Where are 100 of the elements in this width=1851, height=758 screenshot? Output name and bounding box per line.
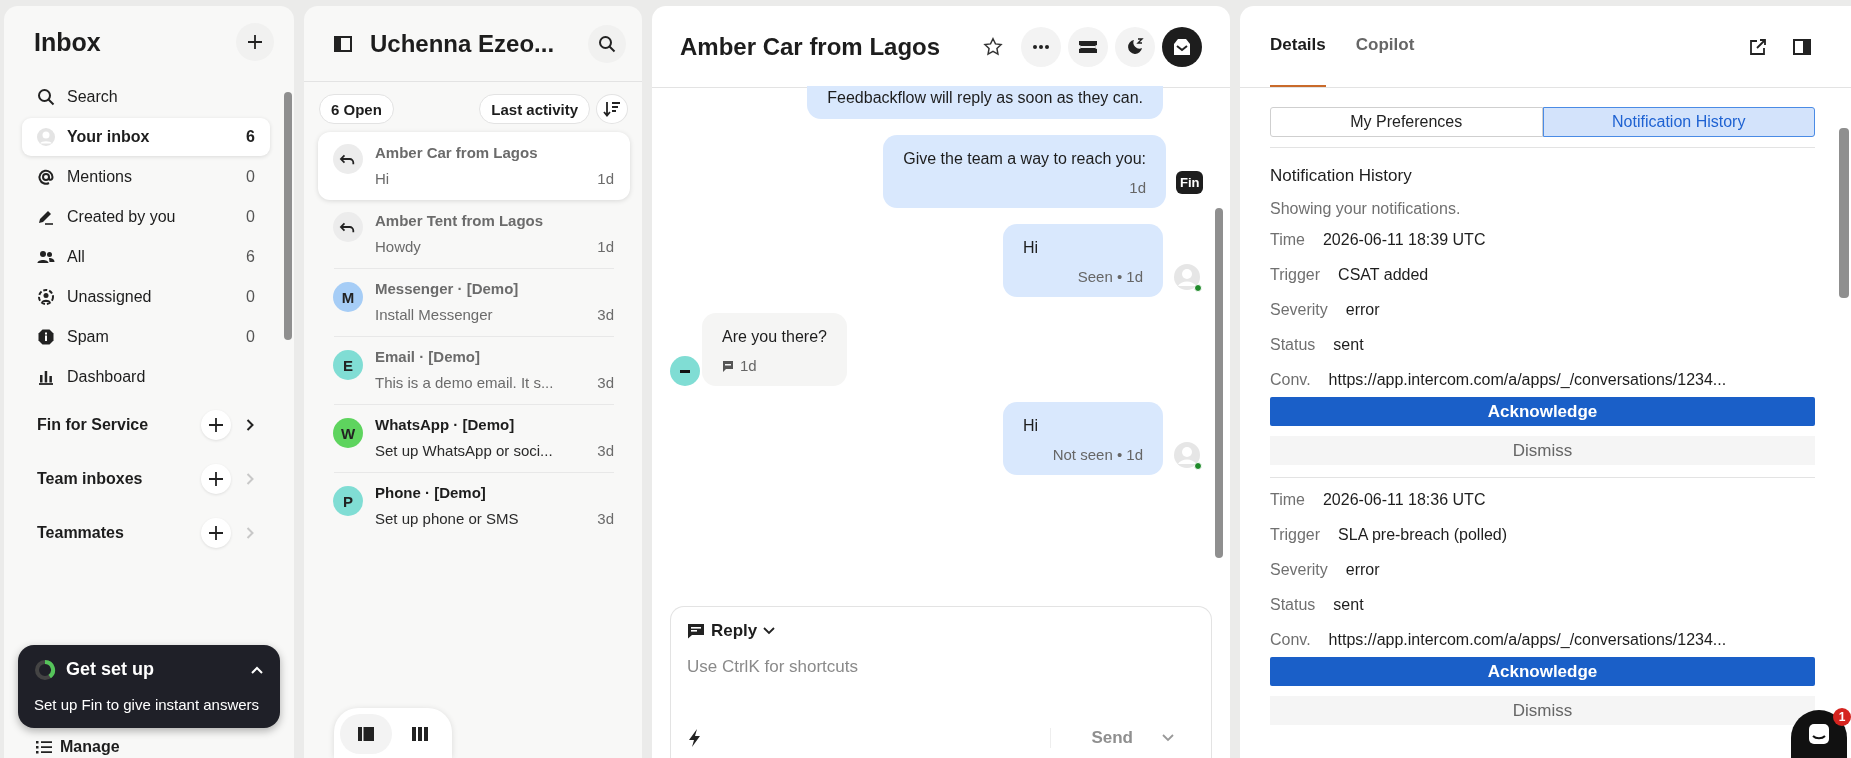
add-button[interactable] [201, 464, 231, 494]
conversation-item[interactable]: Amber Car from Lagos Hi 1d [318, 132, 630, 200]
conversation-time: 3d [597, 510, 614, 527]
add-button[interactable] [201, 518, 231, 548]
section-heading: Notification History [1270, 166, 1413, 186]
ticket-button[interactable] [1068, 26, 1108, 67]
sidebar-item[interactable]: Mentions 0 [22, 158, 270, 196]
more-button[interactable] [1021, 26, 1061, 67]
setup-card[interactable]: Get set up Set up Fin to give instant answers [18, 644, 280, 728]
manage-link[interactable]: Manage [36, 738, 120, 756]
conversation-preview: Set up WhatsApp or soci... [375, 442, 554, 459]
conversation-heading: Amber Car from Lagos [680, 32, 941, 61]
status-filter[interactable]: 6 Open [319, 94, 394, 124]
star-icon[interactable] [982, 35, 1004, 58]
ellipsis-icon [1032, 43, 1050, 50]
sort-dropdown[interactable]: Last activity [479, 94, 590, 124]
segment-tab[interactable]: Notification History [1542, 107, 1815, 137]
warning-icon [37, 328, 55, 346]
dismiss-button[interactable]: Dismiss [1270, 696, 1815, 725]
sort-icon [603, 100, 621, 118]
conversation-item[interactable]: M Messenger · [Demo] Install Messenger 3d [318, 268, 630, 336]
conversation-time: 3d [597, 306, 614, 323]
conversation-item[interactable]: Amber Tent from Lagos Howdy 1d [318, 200, 630, 268]
sidebar-item[interactable]: Dashboard [22, 358, 270, 396]
dismiss-button[interactable]: Dismiss [1270, 436, 1815, 465]
panel-toggle-icon[interactable] [1793, 38, 1811, 55]
conversation-time: 1d [597, 238, 614, 255]
search-button[interactable] [588, 24, 626, 63]
progress-ring-icon [34, 658, 56, 681]
avatar-icon [37, 128, 55, 146]
sidebar-item[interactable]: All 6 [22, 238, 270, 276]
panel-tab[interactable]: Copilot [1355, 6, 1415, 87]
field-value: https://app.intercom.com/a/apps/_/conversations/1234... [1328, 630, 1727, 649]
conversation-item[interactable]: P Phone · [Demo] Set up phone or SMS 3d [318, 472, 630, 540]
field-label: Status [1270, 335, 1316, 354]
sidebar-toggle-icon[interactable] [334, 35, 352, 52]
sidebar-item[interactable]: Spam 0 [22, 318, 270, 356]
user-avatar-icon [1173, 263, 1203, 293]
conversation-preview: This is a demo email. It s... [375, 374, 555, 391]
contact-avatar: P [333, 486, 363, 516]
chevron-down-icon [763, 627, 776, 635]
message-text: Feedbackflow will reply as soon as they can. [827, 89, 1143, 107]
search-link[interactable]: Search [22, 78, 270, 116]
chevron-up-icon[interactable] [250, 664, 264, 675]
setup-text: Set up Fin to give instant answers [34, 694, 261, 714]
columns-icon [412, 727, 428, 741]
chevron-down-icon[interactable] [1161, 733, 1175, 743]
sidebar-item[interactable]: Your inbox 6 [22, 118, 270, 156]
view-toggle-button[interactable] [340, 714, 392, 754]
people-icon [37, 248, 55, 266]
conversation-title: Messenger · [Demo] [375, 280, 520, 297]
conversation-title: WhatsApp · [Demo] [375, 416, 516, 433]
reply-icon [333, 144, 363, 174]
external-link-icon[interactable] [1749, 37, 1767, 56]
segment-tab[interactable]: My Preferences [1270, 107, 1543, 137]
field-label: Status [1270, 595, 1316, 614]
message-text: Hi [1023, 239, 1040, 257]
conversation-time: 3d [597, 442, 614, 459]
field-label: Trigger [1270, 265, 1321, 284]
notification-badge: 1 [1833, 708, 1851, 726]
inbox-title: Uchenna Ezeo... [370, 29, 556, 58]
message-meta: 1d [1129, 179, 1146, 196]
list-icon [36, 740, 52, 754]
add-button[interactable] [201, 410, 231, 440]
field-value: sent [1333, 595, 1364, 614]
plus-icon [207, 524, 225, 542]
add-button[interactable] [236, 23, 274, 61]
acknowledge-button[interactable]: Acknowledge [1270, 657, 1815, 686]
panel-tab[interactable]: Details [1270, 6, 1326, 87]
sidebar-item[interactable]: Created by you 0 [22, 198, 270, 236]
snooze-button[interactable] [1115, 26, 1155, 67]
sort-order-button[interactable] [596, 94, 628, 124]
sidebar-title: Inbox [34, 27, 102, 57]
acknowledge-button[interactable]: Acknowledge [1270, 397, 1815, 426]
conversation-time: 3d [597, 374, 614, 391]
field-value: sent [1333, 335, 1364, 354]
reply-mode-dropdown[interactable]: Reply [687, 621, 776, 641]
sidebar-item[interactable]: Unassigned 0 [22, 278, 270, 316]
conversation-item[interactable]: W WhatsApp · [Demo] Set up WhatsApp or soci... 3d [318, 404, 630, 472]
pen-icon [37, 208, 55, 226]
field-value: CSAT added [1338, 265, 1429, 284]
message-meta: 1d [740, 357, 757, 374]
contact-avatar: E [333, 350, 363, 380]
conversation-title: Amber Car from Lagos [375, 144, 539, 161]
person-circle-icon [37, 288, 55, 306]
lightning-icon[interactable] [687, 728, 703, 748]
conversation-title: Email · [Demo] [375, 348, 481, 365]
fin-badge: Fin [1176, 171, 1203, 194]
conversation-preview: Install Messenger [375, 306, 494, 323]
plus-icon [207, 416, 225, 434]
chat-icon [687, 623, 705, 639]
chevron-right-icon[interactable] [245, 418, 255, 432]
conversation-time: 1d [597, 170, 614, 187]
message-meta: Seen • 1d [1077, 268, 1143, 285]
conversation-item[interactable]: E Email · [Demo] This is a demo email. It s... 3d [318, 336, 630, 404]
message-meta: Not seen • 1d [1052, 446, 1143, 463]
conversation-title: Phone · [Demo] [375, 484, 487, 501]
inbox-icon [1172, 37, 1192, 56]
close-conversation-button[interactable] [1162, 26, 1202, 67]
field-label: Conv. [1270, 630, 1311, 649]
